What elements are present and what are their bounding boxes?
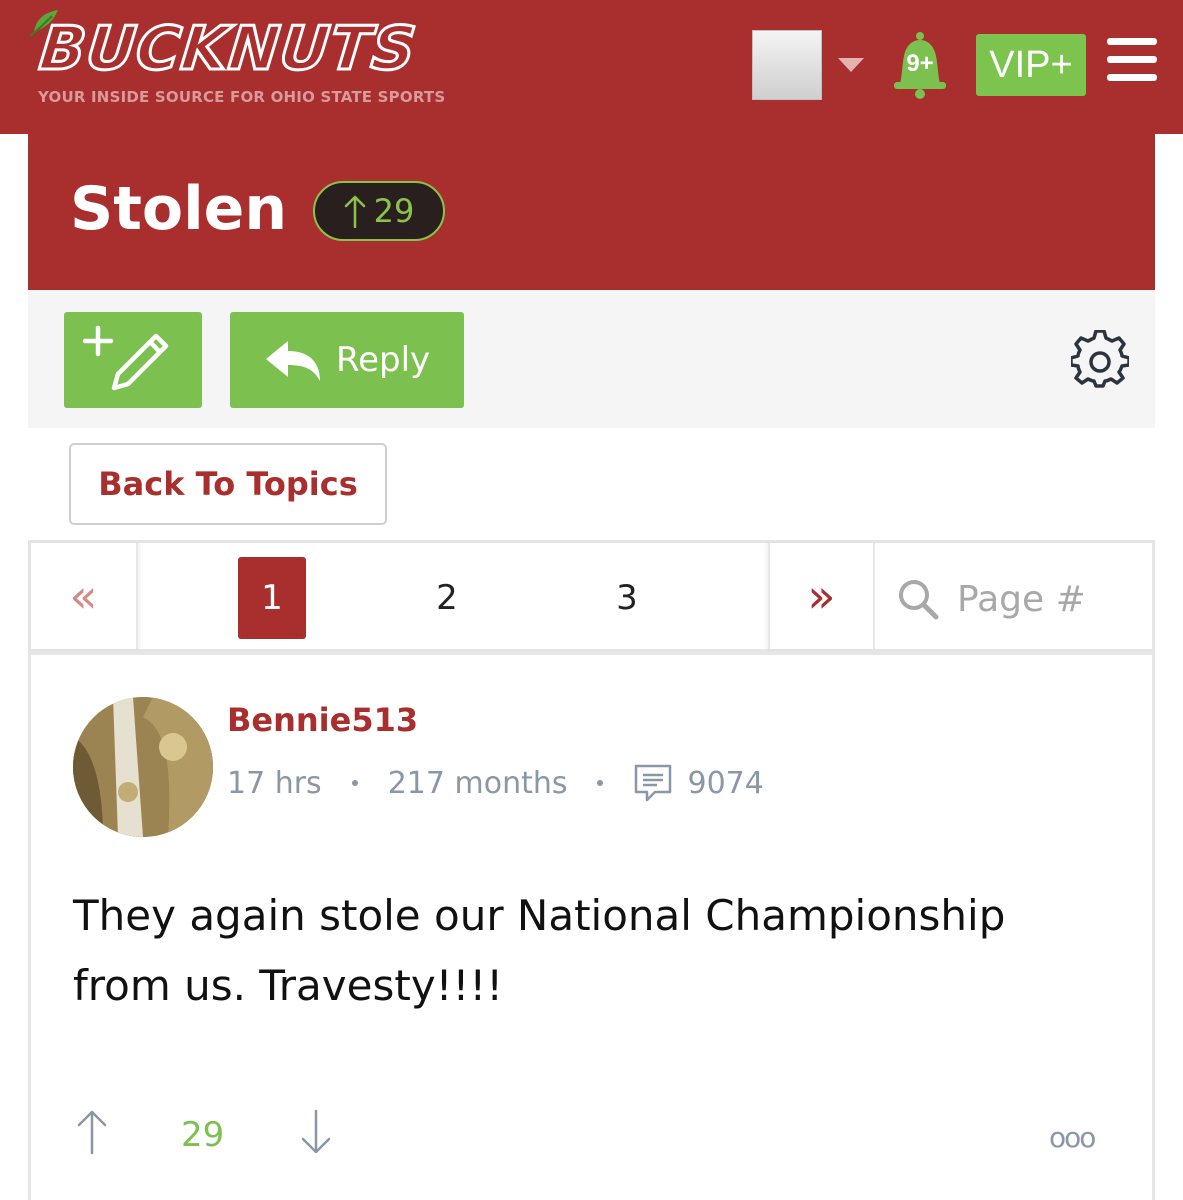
reply-arrow-icon — [266, 341, 320, 381]
separator-dot — [351, 780, 358, 786]
topic-score-value: 29 — [373, 192, 415, 230]
double-chevron-left-icon: « — [69, 569, 98, 623]
page-jump — [897, 571, 1147, 627]
author-username[interactable]: Bennie513 — [227, 701, 418, 739]
page-number-input[interactable] — [957, 578, 1137, 620]
last-page-button[interactable]: » — [768, 543, 875, 649]
reply-button[interactable]: Reply — [230, 312, 464, 408]
double-chevron-right-icon: » — [807, 569, 836, 623]
post-count: 9074 — [687, 765, 764, 801]
page-3-button[interactable]: 3 — [593, 557, 661, 639]
logo-wordmark: BUCKNUTS — [35, 13, 421, 86]
chevron-down-icon[interactable] — [838, 58, 864, 72]
new-post-pencil-icon — [82, 325, 169, 391]
page-1-button[interactable]: 1 — [238, 557, 306, 639]
search-icon — [899, 580, 939, 620]
hamburger-menu-icon[interactable] — [1107, 38, 1157, 82]
upvote-arrow-icon[interactable] — [75, 1109, 109, 1155]
topic-header: Stolen 29 — [28, 134, 1155, 290]
topic-title: Stolen — [70, 174, 288, 244]
topic-score-badge: 29 — [313, 181, 445, 241]
action-bar: Reply — [28, 290, 1155, 428]
reply-label: Reply — [336, 340, 431, 380]
back-to-topics-button[interactable]: Back To Topics — [69, 443, 387, 525]
new-topic-button[interactable] — [64, 312, 202, 408]
vip-button[interactable]: VIP+ — [976, 34, 1086, 96]
page-2-button[interactable]: 2 — [413, 557, 481, 639]
pagination: « 1 2 3 » — [28, 540, 1155, 652]
logo-tagline: YOUR INSIDE SOURCE FOR OHIO STATE SPORTS — [38, 88, 446, 106]
downvote-arrow-icon[interactable] — [299, 1109, 333, 1155]
gear-icon[interactable] — [1071, 330, 1129, 388]
membership-duration: 217 months — [387, 765, 568, 801]
vote-count: 29 — [181, 1115, 225, 1155]
comment-icon — [635, 764, 672, 802]
more-options-icon[interactable]: ooo — [1049, 1121, 1096, 1154]
post-card: Bennie513 17 hrs 217 months 9074 They ag… — [28, 652, 1155, 1200]
post-age: 17 hrs — [227, 765, 322, 801]
separator-dot — [597, 780, 604, 786]
avatar-image — [73, 697, 213, 837]
user-avatar[interactable] — [752, 30, 822, 100]
author-avatar[interactable] — [73, 697, 213, 837]
arrow-up-icon — [344, 195, 365, 228]
site-logo[interactable]: BUCKNUTS YOUR INSIDE SOURCE FOR OHIO STA… — [28, 8, 518, 118]
post-body: They again stole our National Championsh… — [73, 891, 1006, 1010]
post-meta: 17 hrs 217 months 9074 — [227, 763, 764, 803]
site-header: BUCKNUTS YOUR INSIDE SOURCE FOR OHIO STA… — [0, 0, 1183, 134]
first-page-button[interactable]: « — [31, 543, 138, 649]
notification-count: 9+ — [906, 50, 934, 77]
